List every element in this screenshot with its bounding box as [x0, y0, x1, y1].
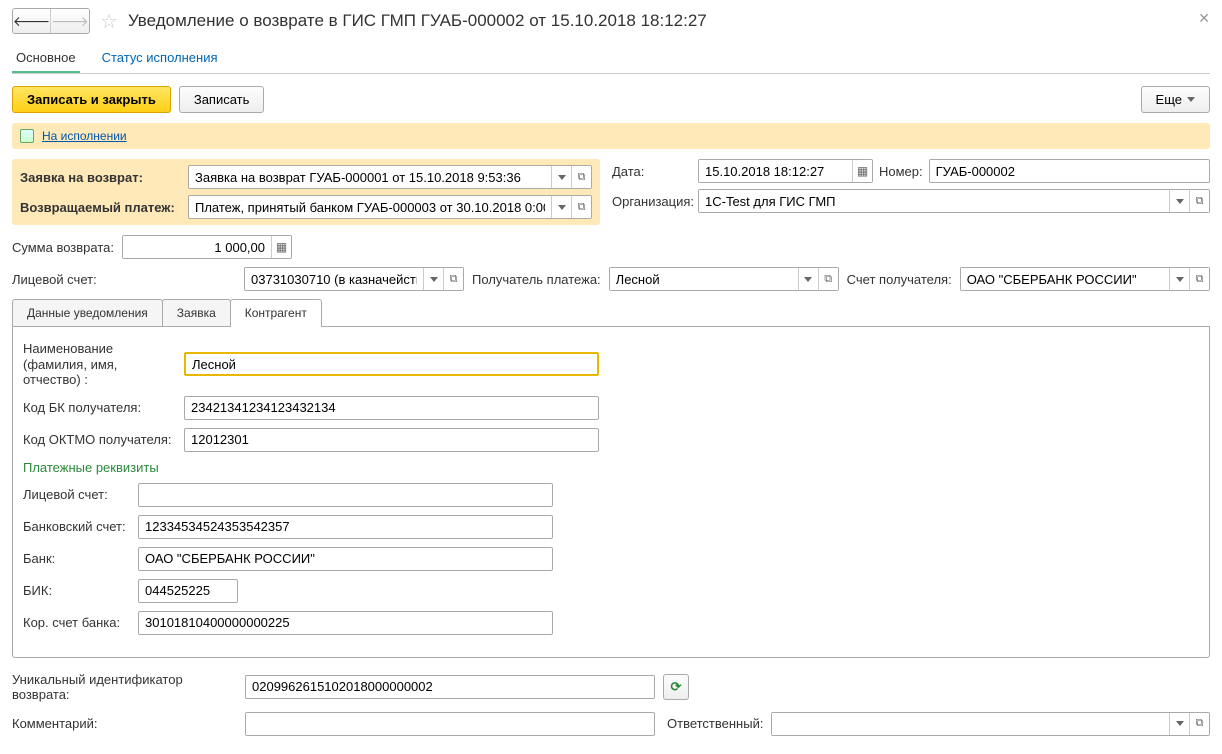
name-label: Наименование (фамилия, имя, отчество) :: [23, 341, 178, 388]
bank-input[interactable]: [138, 547, 553, 571]
bank-label: Банк:: [23, 551, 128, 566]
resp-dropdown-btn[interactable]: [1169, 713, 1189, 735]
payee-dropdown-btn[interactable]: [798, 268, 818, 290]
resp-label: Ответственный:: [667, 716, 763, 731]
date-input[interactable]: [699, 160, 852, 182]
payment-label: Возвращаемый платеж:: [20, 200, 182, 215]
payee-acc-input[interactable]: [961, 268, 1169, 290]
account-input[interactable]: [245, 268, 423, 290]
favorite-star-icon[interactable]: ☆: [100, 9, 118, 34]
org-label: Организация:: [612, 194, 692, 209]
number-label: Номер:: [879, 164, 923, 179]
bank-acc-input[interactable]: [138, 515, 553, 539]
payment-input[interactable]: [189, 196, 551, 218]
uid-input[interactable]: [245, 675, 655, 699]
ls-input[interactable]: [138, 483, 553, 507]
save-button[interactable]: Записать: [179, 86, 265, 113]
kbk-label: Код БК получателя:: [23, 400, 178, 415]
ls-label: Лицевой счет:: [23, 487, 128, 502]
refresh-button[interactable]: ⟳: [663, 674, 689, 700]
nav-back-button[interactable]: 🡐: [13, 9, 51, 33]
save-close-button[interactable]: Записать и закрыть: [12, 86, 171, 113]
section-payment-details: Платежные реквизиты: [23, 460, 1199, 475]
refresh-icon: ⟳: [671, 679, 682, 695]
inner-tab-request[interactable]: Заявка: [162, 299, 231, 326]
nav-buttons: 🡐 🡒: [12, 8, 90, 34]
name-input[interactable]: [184, 352, 599, 376]
tab-main[interactable]: Основное: [12, 44, 80, 73]
nav-forward-button[interactable]: 🡒: [51, 9, 89, 33]
account-label: Лицевой счет:: [12, 272, 236, 287]
chevron-down-icon: [1187, 97, 1195, 102]
inner-tab-notification[interactable]: Данные уведомления: [12, 299, 163, 326]
zayavka-label: Заявка на возврат:: [20, 170, 182, 185]
org-dropdown-btn[interactable]: [1169, 190, 1189, 212]
more-label: Еще: [1156, 92, 1182, 107]
comment-input[interactable]: [245, 712, 655, 736]
zayavka-input[interactable]: [189, 166, 551, 188]
close-icon[interactable]: ✕: [1198, 10, 1210, 27]
number-input[interactable]: [929, 159, 1210, 183]
date-calendar-btn[interactable]: [852, 160, 872, 182]
payment-open-btn[interactable]: [571, 196, 591, 218]
sum-label: Сумма возврата:: [12, 240, 114, 255]
korr-input[interactable]: [138, 611, 553, 635]
payee-label: Получатель платежа:: [472, 272, 601, 287]
page-title: Уведомление о возврате в ГИС ГМП ГУАБ-00…: [128, 11, 707, 31]
payee-input[interactable]: [610, 268, 798, 290]
resp-input[interactable]: [772, 713, 1169, 735]
payee-acc-label: Счет получателя:: [847, 272, 952, 287]
payee-acc-dropdown-btn[interactable]: [1169, 268, 1189, 290]
comment-label: Комментарий:: [12, 716, 237, 731]
status-link[interactable]: На исполнении: [42, 129, 127, 143]
zayavka-dropdown-btn[interactable]: [551, 166, 571, 188]
oktmo-label: Код ОКТМО получателя:: [23, 432, 178, 447]
org-open-btn[interactable]: [1189, 190, 1209, 212]
bank-acc-label: Банковский счет:: [23, 519, 128, 534]
sum-input[interactable]: [123, 236, 271, 258]
korr-label: Кор. счет банка:: [23, 615, 128, 630]
payee-acc-open-btn[interactable]: [1189, 268, 1209, 290]
payment-dropdown-btn[interactable]: [551, 196, 571, 218]
resp-open-btn[interactable]: [1189, 713, 1209, 735]
kbk-input[interactable]: [184, 396, 599, 420]
org-input[interactable]: [699, 190, 1169, 212]
status-doc-icon: [20, 129, 34, 143]
bik-label: БИК:: [23, 583, 128, 598]
date-label: Дата:: [612, 164, 692, 179]
tab-status[interactable]: Статус исполнения: [98, 44, 222, 73]
bik-input[interactable]: [138, 579, 238, 603]
oktmo-input[interactable]: [184, 428, 599, 452]
zayavka-open-btn[interactable]: [571, 166, 591, 188]
account-dropdown-btn[interactable]: [423, 268, 443, 290]
inner-tab-contragent[interactable]: Контрагент: [230, 299, 322, 326]
uid-label: Уникальный идентификатор возврата:: [12, 672, 237, 702]
more-button[interactable]: Еще: [1141, 86, 1210, 113]
payee-open-btn[interactable]: [818, 268, 838, 290]
sum-calc-btn[interactable]: [271, 236, 291, 258]
account-open-btn[interactable]: [443, 268, 463, 290]
